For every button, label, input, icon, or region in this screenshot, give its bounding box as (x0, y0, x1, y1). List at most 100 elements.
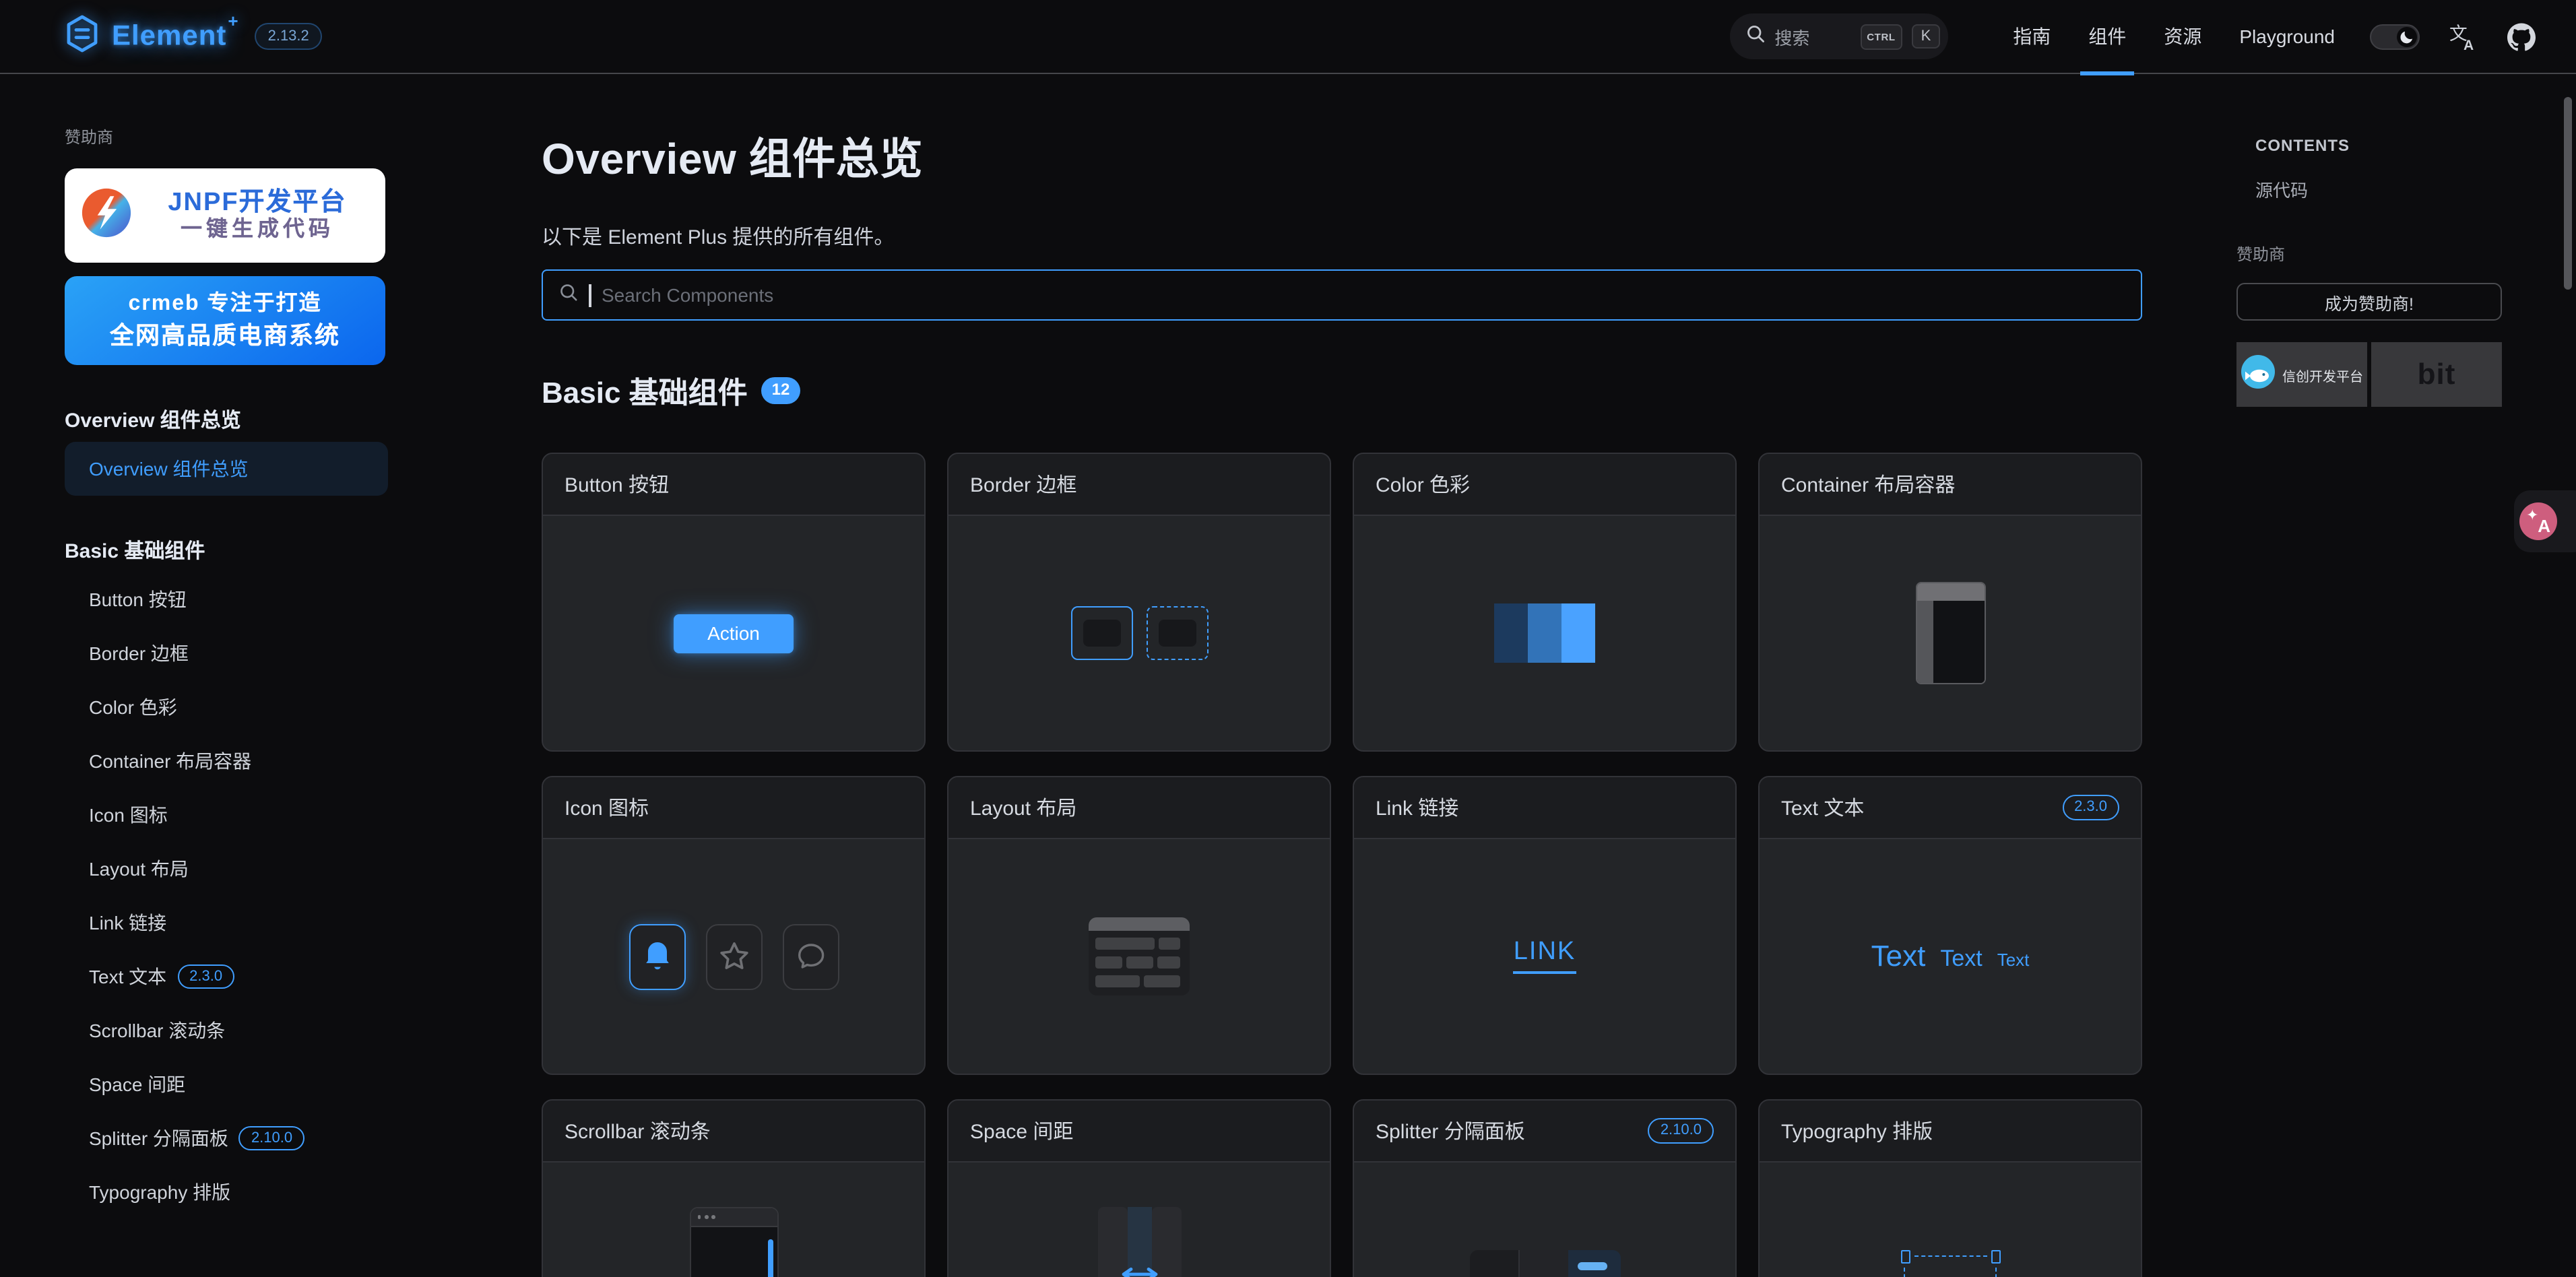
crmeb-ad-line1: crmeb 专注于打造 (129, 290, 322, 319)
nav-link-指南[interactable]: 指南 (1994, 0, 2069, 73)
sidebar-item-overview[interactable]: Overview 组件总览 (65, 442, 388, 496)
card-title: Link 链接 (1376, 793, 1458, 822)
sidebar-item-label: Container 布局容器 (89, 748, 251, 775)
version-badge[interactable]: 2.13.2 (255, 23, 323, 50)
component-card-splitter[interactable]: Splitter 分隔面板 2.10.0 (1353, 1099, 1737, 1277)
demo-typography: Aa (1900, 1250, 2000, 1277)
nav-link-Playground[interactable]: Playground (2220, 0, 2354, 73)
toc-item-source-code[interactable]: 源代码 (2236, 176, 2502, 202)
card-title: Space 间距 (970, 1117, 1073, 1145)
card-title: Text 文本 (1781, 793, 1864, 822)
component-card-scrollbar[interactable]: Scrollbar 滚动条 (542, 1099, 926, 1277)
sidebar-item-icon[interactable]: Icon 图标 (65, 788, 388, 842)
version-pill-badge: 2.3.0 (177, 964, 234, 989)
demo-icons (629, 923, 839, 989)
sidebar-item-label: Text 文本 (89, 963, 166, 990)
component-card-icon[interactable]: Icon 图标 (542, 776, 926, 1075)
text-caret (589, 284, 591, 306)
card-title: Border 边框 (970, 470, 1076, 498)
sidebar-item-label: Splitter 分隔面板 (89, 1125, 228, 1152)
demo-action-button[interactable]: Action (674, 614, 794, 653)
component-card-text[interactable]: Text 文本2.3.0TextTextText (1758, 776, 2142, 1075)
component-card-border[interactable]: Border 边框 (947, 453, 1331, 752)
sponsor-tile-bit[interactable]: bit (2371, 342, 2502, 407)
component-card-container[interactable]: Container 布局容器 (1758, 453, 2142, 752)
sidebar-item-label: Icon 图标 (89, 801, 168, 828)
translate-icon[interactable]: 文 A (2449, 22, 2478, 51)
sidebar-item-label: Border 边框 (89, 640, 189, 667)
sidebar-item-label: Color 色彩 (89, 694, 177, 721)
nav-link-资源[interactable]: 资源 (2145, 0, 2220, 73)
component-card-space[interactable]: Space 间距 (947, 1099, 1331, 1277)
github-icon[interactable] (2507, 22, 2536, 51)
card-title: Layout 布局 (970, 793, 1076, 822)
key-ctrl: CTRL (1860, 24, 1902, 49)
star-icon (705, 923, 762, 989)
page-intro: 以下是 Element Plus 提供的所有组件。 (542, 222, 2142, 251)
bell-icon (629, 923, 685, 989)
card-title: Container 布局容器 (1781, 470, 1955, 498)
demo-text-samples: TextTextText (1871, 939, 2030, 974)
demo-border (1070, 606, 1208, 660)
sidebar-item-link[interactable]: Link 链接 (65, 896, 388, 950)
component-search-input[interactable] (602, 284, 2125, 306)
version-pill-badge: 2.10.0 (1648, 1118, 1714, 1144)
sidebar-item-splitter[interactable]: Splitter 分隔面板2.10.0 (65, 1111, 388, 1165)
sidebar-item-border[interactable]: Border 边框 (65, 626, 388, 680)
sponsor-ad-crmeb[interactable]: crmeb 专注于打造 全网高品质电商系统 (65, 276, 385, 365)
section-heading: Basic 基础组件 12 (542, 369, 2142, 412)
demo-layout (1089, 917, 1190, 995)
nav-search-button[interactable]: 搜索 CTRL K (1730, 13, 1948, 59)
section-count-badge: 12 (761, 377, 801, 403)
sidebar-item-layout[interactable]: Layout 布局 (65, 842, 388, 896)
section-title: Basic 基础组件 (542, 369, 748, 412)
component-card-typography[interactable]: Typography 排版Aa (1758, 1099, 2142, 1277)
navbar: Element+ 2.13.2 搜索 CTRL K 指南组件资源Playgrou… (0, 0, 2576, 74)
component-card-button[interactable]: Button 按钮 Action (542, 453, 926, 752)
brand-logo[interactable]: Element+ (65, 14, 238, 59)
sidebar-item-color[interactable]: Color 色彩 (65, 680, 388, 734)
aside-sponsor-label: 赞助商 (2236, 242, 2502, 265)
jnpf-ad-line1: JNPF开发平台 (143, 189, 372, 218)
demo-splitter (1469, 1250, 1620, 1277)
moon-icon (2397, 26, 2417, 46)
page-scrollbar-thumb[interactable] (2564, 97, 2572, 290)
nav-link-组件[interactable]: 组件 (2069, 0, 2145, 73)
sidebar-item-label: Link 链接 (89, 909, 166, 936)
sidebar-item-label: Typography 排版 (89, 1179, 230, 1206)
main-content: Overview 组件总览 以下是 Element Plus 提供的所有组件。 … (542, 74, 2142, 1277)
demo-color-swatches (1494, 603, 1595, 663)
letter-a-icon: A (2538, 516, 2550, 536)
fish-logo-icon (2241, 354, 2276, 395)
sidebar-item-scrollbar[interactable]: Scrollbar 滚动条 (65, 1004, 388, 1057)
sidebar-item-container[interactable]: Container 布局容器 (65, 734, 388, 788)
card-title: Icon 图标 (565, 793, 649, 822)
sidebar-item-space[interactable]: Space 间距 (65, 1057, 388, 1111)
ai-translate-floating-button[interactable]: ✦ A (2519, 502, 2557, 540)
demo-link[interactable]: LINK (1514, 938, 1576, 975)
component-card-link[interactable]: Link 链接 LINK (1353, 776, 1737, 1075)
sidebar-item-label: Space 间距 (89, 1071, 185, 1098)
page-title: Overview 组件总览 (542, 125, 2142, 187)
chat-icon (782, 923, 839, 989)
jnpf-ad-line2: 一键生成代码 (143, 218, 372, 242)
svg-text:A: A (2464, 37, 2474, 51)
card-title: Button 按钮 (565, 470, 669, 498)
aside: CONTENTS 源代码 赞助商 成为赞助商! 信创开发平台 bit (2236, 74, 2502, 407)
sidebar-item-button[interactable]: Button 按钮 (65, 572, 388, 626)
sponsor-tile-xinchuang[interactable]: 信创开发平台 (2236, 342, 2367, 407)
become-sponsor-button[interactable]: 成为赞助商! (2236, 283, 2502, 321)
component-card-color[interactable]: Color 色彩 (1353, 453, 1737, 752)
sidebar-item-label: Layout 布局 (89, 855, 189, 882)
sidebar-item-typography[interactable]: Typography 排版 (65, 1165, 388, 1219)
component-card-layout[interactable]: Layout 布局 (947, 776, 1331, 1075)
sidebar-group-title: Basic 基础组件 (65, 536, 485, 564)
nav-links: 指南组件资源Playground (1994, 0, 2354, 73)
nav-tools: 文 A (2370, 22, 2536, 51)
sidebar-item-text[interactable]: Text 文本 2.3.0 (65, 950, 388, 1004)
sidebar-item-label: Overview 组件总览 (89, 455, 248, 482)
card-title: Splitter 分隔面板 (1376, 1117, 1525, 1145)
key-k: K (1912, 24, 1941, 48)
sponsor-ad-jnpf[interactable]: JNPF开发平台 一键生成代码 (65, 168, 385, 263)
theme-toggle[interactable] (2370, 24, 2420, 49)
